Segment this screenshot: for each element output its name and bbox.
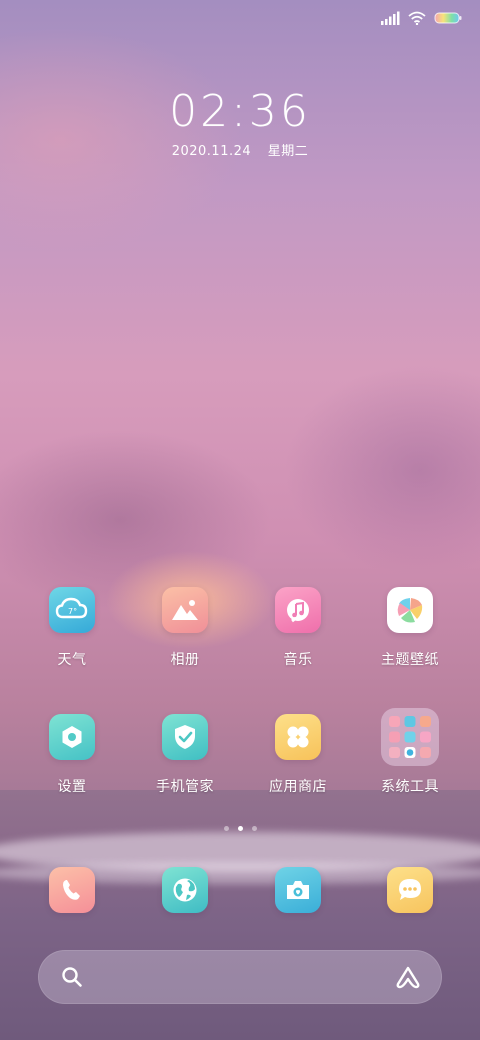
dock-browser[interactable]: [135, 867, 235, 913]
app-weather[interactable]: 7° 天气: [22, 587, 122, 669]
messages-icon: [387, 867, 433, 913]
signal-icon: [380, 10, 400, 29]
home-screen: 02:36 2020.11.24 星期二 7° 天气 相册 音乐 主题壁纸 设置…: [0, 0, 480, 1040]
clock-time[interactable]: 02:36: [0, 86, 480, 138]
app-label: 音乐: [283, 652, 313, 668]
app-gallery[interactable]: 相册: [135, 587, 235, 669]
battery-icon: [434, 10, 462, 29]
weekday-text: 星期二: [267, 144, 309, 159]
assistant-icon[interactable]: [394, 964, 422, 994]
app-themes[interactable]: 主题壁纸: [360, 587, 460, 669]
app-label: 主题壁纸: [381, 652, 439, 668]
security-icon: [162, 714, 208, 760]
app-label: 天气: [57, 652, 87, 668]
app-store-icon: [275, 714, 321, 760]
status-bar: [380, 10, 462, 29]
app-label: 系统工具: [381, 779, 439, 795]
app-music[interactable]: 音乐: [248, 587, 348, 669]
dock-camera[interactable]: [248, 867, 348, 913]
themes-icon: [387, 587, 433, 633]
weather-icon: 7°: [49, 587, 95, 633]
page-dot[interactable]: [223, 826, 229, 831]
app-label: 相册: [170, 652, 200, 668]
page-dot-current[interactable]: [237, 826, 243, 831]
date-text: 2020.11.24: [171, 144, 252, 159]
app-security[interactable]: 手机管家: [135, 714, 235, 796]
search-icon[interactable]: [60, 965, 84, 993]
search-bar[interactable]: [38, 950, 442, 1004]
weather-temp-text: 7°: [68, 607, 77, 616]
settings-icon: [49, 714, 95, 760]
app-label: 手机管家: [156, 779, 214, 795]
folder-icon: [381, 708, 439, 766]
wifi-icon: [408, 10, 426, 29]
dock-phone[interactable]: [22, 867, 122, 913]
app-settings[interactable]: 设置: [22, 714, 122, 796]
browser-icon: [162, 867, 208, 913]
dock-messages[interactable]: [360, 867, 460, 913]
music-icon: [275, 587, 321, 633]
page-dot[interactable]: [251, 826, 257, 831]
camera-icon: [275, 867, 321, 913]
phone-icon: [49, 867, 95, 913]
gallery-icon: [162, 587, 208, 633]
app-label: 应用商店: [269, 779, 327, 795]
app-label: 设置: [57, 779, 87, 795]
app-folder-system-tools[interactable]: 系统工具: [360, 708, 460, 796]
page-indicator: [0, 826, 480, 831]
clock-date[interactable]: 2020.11.24 星期二: [0, 140, 480, 159]
app-store[interactable]: 应用商店: [248, 714, 348, 796]
